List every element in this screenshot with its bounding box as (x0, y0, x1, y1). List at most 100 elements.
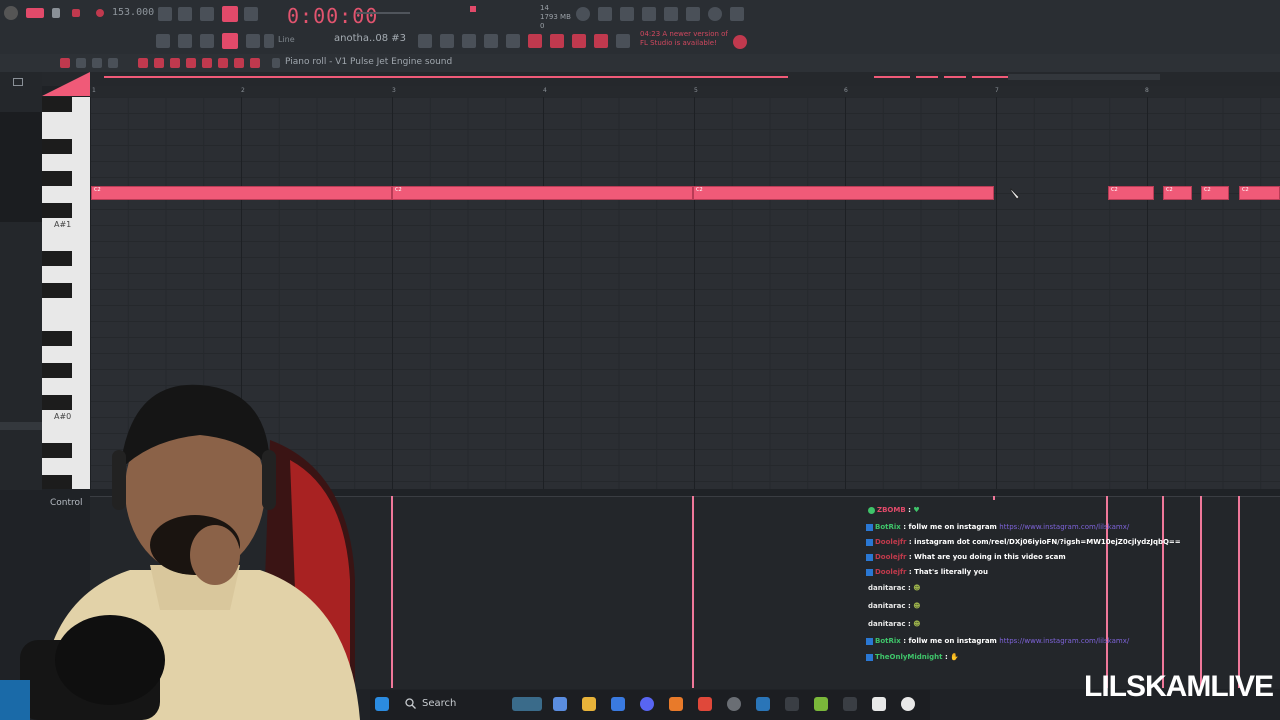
play-icon[interactable] (52, 8, 60, 18)
bar-number: 4 (543, 87, 547, 94)
update-icon[interactable] (733, 35, 747, 49)
arrow-right-icon[interactable] (178, 34, 192, 48)
snap-selector[interactable]: Line (278, 35, 295, 44)
velocity-bar[interactable] (692, 496, 694, 688)
fl-studio-icon[interactable] (669, 697, 683, 711)
velocity-bar[interactable] (1200, 496, 1202, 688)
cut-icon[interactable] (598, 7, 612, 21)
note[interactable]: C2 (1239, 186, 1280, 200)
loop-record-icon[interactable] (244, 7, 258, 21)
piano-roll-menu-icon[interactable] (60, 58, 70, 68)
windows-start-icon[interactable] (375, 697, 389, 711)
brush-icon[interactable] (200, 34, 214, 48)
steam-icon[interactable] (756, 697, 770, 711)
channel-rack-icon[interactable] (440, 34, 454, 48)
tools-icon[interactable] (572, 34, 586, 48)
news-panel[interactable]: 04:23 A newer version of FL Studio is av… (640, 30, 728, 48)
pattern-selector[interactable]: anotha..08 #3 (334, 33, 406, 44)
corner-tab[interactable] (42, 72, 90, 96)
zoom-tool-icon[interactable] (234, 58, 244, 68)
widget-icon[interactable] (512, 697, 542, 711)
piano-roll-overview[interactable] (42, 72, 1280, 96)
black-key[interactable] (42, 97, 72, 112)
wait-input-icon[interactable] (178, 7, 192, 21)
note[interactable]: C2 (693, 186, 994, 200)
browser-icon[interactable] (484, 34, 498, 48)
obs-icon[interactable] (727, 697, 741, 711)
plugin-icon[interactable] (686, 7, 700, 21)
bar-number: 3 (392, 87, 396, 94)
chat-link[interactable]: https://www.instagram.com/lilskamx/ (999, 637, 1129, 645)
stamp-icon[interactable] (246, 34, 260, 48)
stop-icon[interactable] (72, 9, 80, 17)
playlist-icon[interactable] (462, 34, 476, 48)
4k-app-icon[interactable] (843, 697, 857, 711)
help-icon[interactable] (642, 7, 656, 21)
badge-icon (866, 553, 873, 561)
slice-tool-icon[interactable] (202, 58, 212, 68)
velocity-bar[interactable] (1238, 496, 1240, 688)
velocity-bar[interactable] (391, 496, 393, 688)
plugin-picker-icon[interactable] (506, 34, 520, 48)
templates-icon[interactable] (616, 34, 630, 48)
chat-icon[interactable] (708, 7, 722, 21)
stamp-tool-icon[interactable] (108, 58, 118, 68)
song-mode-icon[interactable] (26, 8, 44, 18)
save-icon[interactable] (664, 7, 678, 21)
mute-tool-icon[interactable] (186, 58, 196, 68)
black-key[interactable] (42, 331, 72, 346)
app-icon[interactable] (785, 697, 799, 711)
black-key[interactable] (42, 171, 72, 186)
timeline-ruler[interactable] (90, 86, 1280, 97)
record-icon[interactable] (96, 9, 104, 17)
editor-icon[interactable] (872, 697, 886, 711)
arrow-left-icon[interactable] (272, 58, 280, 68)
folder-icon[interactable] (13, 78, 23, 86)
touch-icon[interactable] (594, 34, 608, 48)
piano-roll-title: Piano roll - V1 Pulse Jet Engine sound (285, 57, 453, 67)
black-key[interactable] (42, 283, 72, 298)
piano-icon[interactable] (156, 34, 170, 48)
player-icon[interactable] (901, 697, 915, 711)
countdown-icon[interactable] (200, 7, 214, 21)
download-icon[interactable] (730, 7, 744, 21)
undo-history-icon[interactable] (576, 7, 590, 21)
mixer-icon[interactable] (418, 34, 432, 48)
metronome-icon[interactable] (158, 7, 172, 21)
copilot-icon[interactable] (553, 697, 567, 711)
microphone-icon[interactable] (620, 7, 634, 21)
edison-icon[interactable] (550, 34, 564, 48)
playback-tool-icon[interactable] (250, 58, 260, 68)
paint-tool-icon[interactable] (154, 58, 164, 68)
velocity-bar[interactable] (993, 496, 995, 500)
news-line-2: FL Studio is available! (640, 39, 717, 47)
black-key[interactable] (42, 203, 72, 218)
horizontal-scrollbar[interactable] (1008, 74, 1160, 80)
file-explorer-icon[interactable] (582, 697, 596, 711)
black-key[interactable] (42, 363, 72, 378)
brave-icon[interactable] (698, 697, 712, 711)
pencil-icon[interactable] (222, 33, 238, 49)
fl-logo-icon[interactable] (4, 6, 18, 20)
note[interactable]: C2 (1163, 186, 1192, 200)
magnet-icon[interactable] (264, 34, 274, 48)
nvidia-icon[interactable] (814, 697, 828, 711)
magnet-snap-icon[interactable] (76, 58, 86, 68)
record-panel-icon[interactable] (528, 34, 542, 48)
note[interactable]: C2 (392, 186, 693, 200)
note[interactable]: C2 (91, 186, 392, 200)
tempo-display[interactable]: 153.000 (112, 7, 154, 18)
play-note-icon[interactable] (92, 58, 102, 68)
store-icon[interactable] (611, 697, 625, 711)
note[interactable]: C2 (1108, 186, 1154, 200)
delete-tool-icon[interactable] (170, 58, 180, 68)
discord-icon[interactable] (640, 697, 654, 711)
select-tool-icon[interactable] (218, 58, 228, 68)
master-pitch-slider[interactable] (356, 12, 410, 14)
note[interactable]: C2 (1201, 186, 1229, 200)
chat-link[interactable]: https://www.instagram.com/lilskamx/ (999, 523, 1129, 531)
blend-notes-icon[interactable] (222, 6, 238, 22)
draw-tool-icon[interactable] (138, 58, 148, 68)
black-key[interactable] (42, 139, 72, 154)
black-key[interactable] (42, 251, 72, 266)
